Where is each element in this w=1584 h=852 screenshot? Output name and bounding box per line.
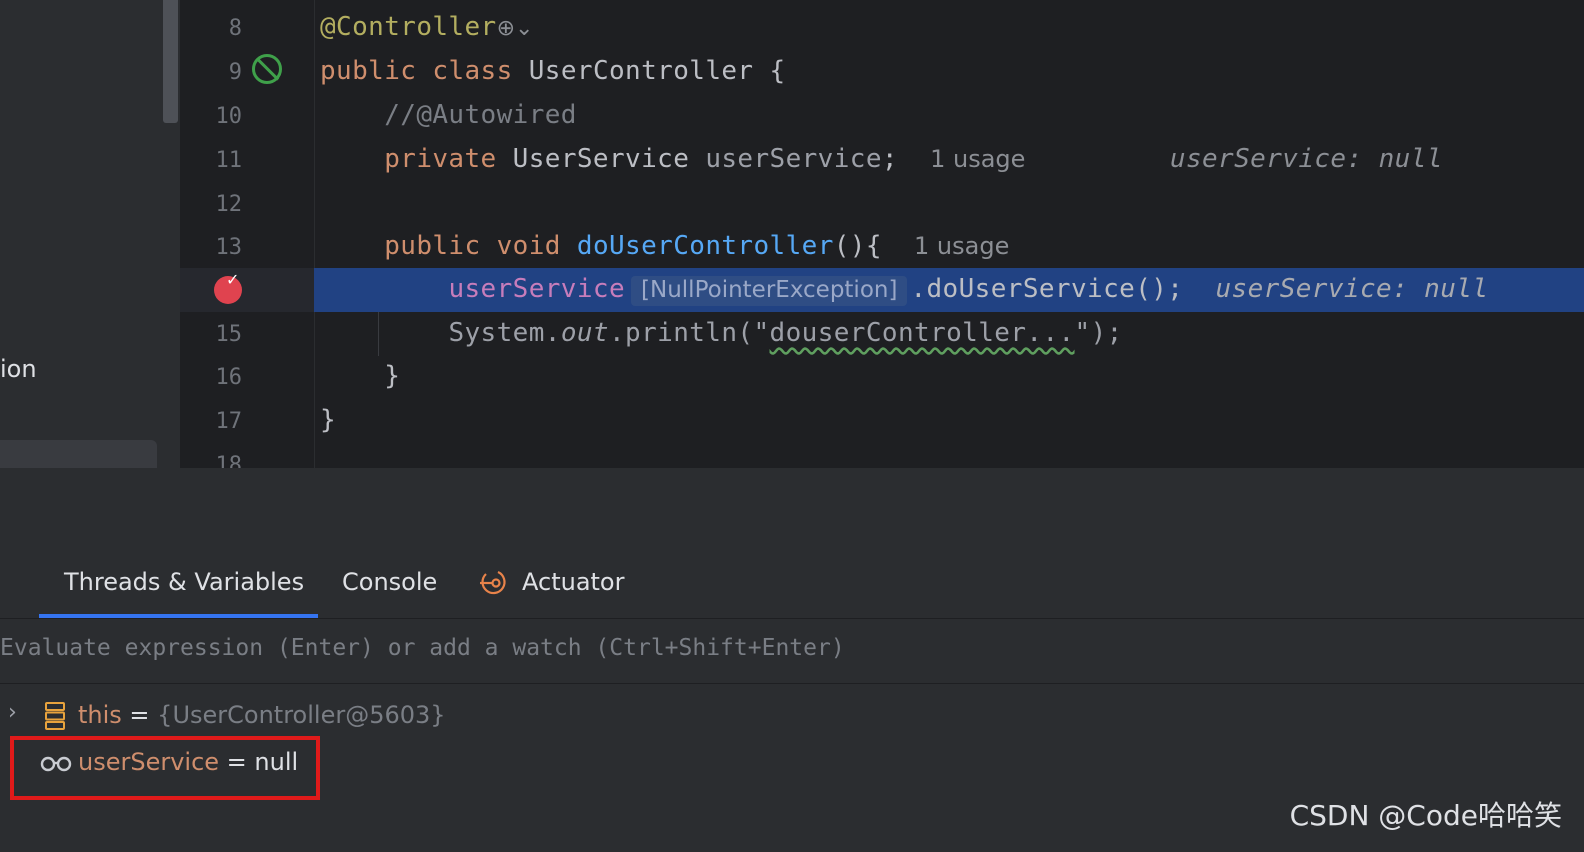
line-number: 12 xyxy=(215,192,243,217)
string-end-token: "); xyxy=(1074,318,1123,348)
spring-bean-icon[interactable] xyxy=(252,54,282,84)
type-token: UserService xyxy=(512,144,690,174)
tab-console[interactable]: Console xyxy=(342,568,437,596)
keyword-token: public xyxy=(384,231,481,261)
class-token: System. xyxy=(448,318,561,348)
class-name-token: UserController xyxy=(528,56,754,86)
variable-value: {UserController@5603} xyxy=(157,701,446,729)
method-name-token: doUserController xyxy=(576,231,834,261)
keyword-token: class xyxy=(432,56,513,86)
brace-token: } xyxy=(320,405,337,435)
keyword-token: public xyxy=(320,56,417,86)
brace-token: { xyxy=(753,56,786,86)
field-token: userService xyxy=(448,274,626,304)
active-tab-indicator xyxy=(39,614,318,618)
string-token: douserController... xyxy=(769,318,1075,348)
variable-name: this xyxy=(78,701,122,729)
line-number: 8 xyxy=(228,16,242,41)
static-field-token: out xyxy=(560,318,609,348)
variable-row[interactable]: › this = {UserController@5603} xyxy=(0,697,1584,741)
keyword-token: void xyxy=(496,231,561,261)
paren-token: (){ xyxy=(833,231,882,261)
code-line[interactable]: 15 System.out.println("douserController.… xyxy=(180,312,1584,356)
code-editor[interactable]: 8 @Controller⊕⌄ 9 public class UserContr… xyxy=(180,0,1584,468)
debug-tool-window: Threads & Variables Console Actuator Eva… xyxy=(0,550,1584,852)
code-line[interactable]: 8 @Controller⊕⌄ xyxy=(180,6,1584,50)
usage-hint[interactable]: 1 usage xyxy=(914,232,1009,260)
sidebar-item-label[interactable]: ion xyxy=(0,355,37,383)
actuator-icon[interactable] xyxy=(480,568,508,596)
code-line[interactable]: 18 xyxy=(180,443,1584,468)
code-line[interactable]: 11 private UserService userService; 1 us… xyxy=(180,138,1584,182)
globe-icon[interactable]: ⊕⌄ xyxy=(497,16,534,41)
evaluate-expression-placeholder: Evaluate expression (Enter) or add a wat… xyxy=(0,635,845,661)
method-call-token: .println(" xyxy=(608,318,770,348)
annotation-token: @Controller xyxy=(320,12,497,42)
keyword-token: private xyxy=(384,144,497,174)
line-number: 10 xyxy=(215,104,243,129)
watermark: CSDN @Code哈哈笑 xyxy=(1289,799,1562,832)
code-line[interactable]: 16 } xyxy=(180,355,1584,399)
code-line[interactable]: 12 xyxy=(180,182,1584,226)
semicolon-token: ; xyxy=(881,144,898,174)
comment-token: //@Autowired xyxy=(384,100,577,130)
line-number: 18 xyxy=(215,453,243,468)
sidebar-horizontal-scrollbar[interactable] xyxy=(0,440,157,468)
method-call-token: .doUserService(); xyxy=(910,274,1184,304)
line-number: 15 xyxy=(215,322,243,347)
tab-actuator[interactable]: Actuator xyxy=(522,568,624,596)
code-line[interactable]: 13 public void doUserController(){ 1 usa… xyxy=(180,225,1584,269)
current-execution-line[interactable]: ✓ userService [NullPointerException] .doUs… xyxy=(180,268,1584,312)
brace-token: } xyxy=(384,361,401,391)
project-sidebar: ion xyxy=(0,0,180,468)
highlight-annotation-box xyxy=(10,736,320,800)
code-line[interactable]: 9 public class UserController { xyxy=(180,50,1584,94)
exception-hint-badge: [NullPointerException] xyxy=(631,276,908,306)
code-line[interactable]: 10 //@Autowired xyxy=(180,94,1584,138)
panel-divider xyxy=(0,468,1584,551)
inline-debug-value: userService: null xyxy=(1215,274,1489,304)
line-number: 17 xyxy=(215,409,243,434)
tab-threads-variables[interactable]: Threads & Variables xyxy=(64,568,304,596)
field-token: userService xyxy=(705,144,882,174)
line-number: 9 xyxy=(228,60,242,85)
stack-icon xyxy=(45,702,65,730)
variable-equals: = xyxy=(121,701,158,729)
debug-tab-bar: Threads & Variables Console Actuator xyxy=(0,550,1584,619)
inline-debug-value: userService: null xyxy=(1169,144,1443,174)
evaluate-expression-field[interactable]: Evaluate expression (Enter) or add a wat… xyxy=(0,619,1584,684)
usage-hint[interactable]: 1 usage xyxy=(930,145,1025,173)
line-number: 13 xyxy=(215,235,243,260)
line-number: 16 xyxy=(215,365,243,390)
line-number: 11 xyxy=(215,148,243,173)
breakpoint-check-icon: ✓ xyxy=(226,270,240,289)
code-line[interactable]: 17 } xyxy=(180,399,1584,443)
sidebar-scrollbar[interactable] xyxy=(163,0,178,123)
chevron-right-icon[interactable]: › xyxy=(8,700,17,725)
